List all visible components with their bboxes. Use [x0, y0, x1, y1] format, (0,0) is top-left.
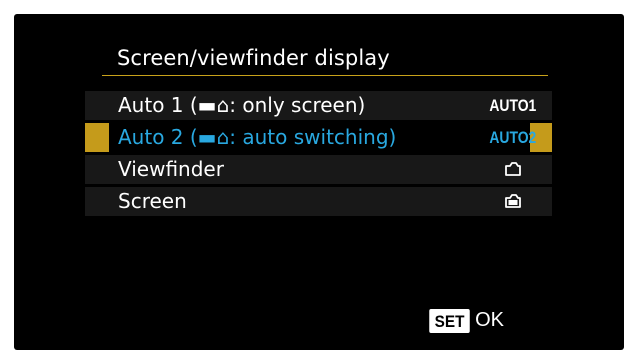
option-auto1-text: Auto 1 (▬⌂: only screen) — [118, 93, 366, 117]
option-label: Screen — [118, 189, 187, 213]
option-viewfinder[interactable]: Viewfinder — [85, 155, 552, 184]
selection-marker — [85, 123, 109, 152]
option-label: Auto 2 (▬⌂: auto switching) — [118, 125, 396, 149]
viewfinder-icon — [505, 162, 521, 176]
screen-icon — [505, 194, 521, 208]
option-value: AUTO1 — [489, 96, 536, 115]
title-divider — [102, 75, 548, 76]
menu-title: Screen/viewfinder display — [117, 46, 390, 70]
option-auto1[interactable]: Auto 1 (▬⌂: only screen) AUTO1 — [85, 91, 552, 120]
selection-marker — [85, 91, 109, 120]
option-auto2-text: Auto 2 (▬⌂: auto switching) — [118, 125, 397, 149]
set-ok-button[interactable]: SET OK — [427, 307, 504, 334]
set-badge: SET — [429, 308, 470, 333]
option-auto2[interactable]: Auto 2 (▬⌂: auto switching) AUTO2 — [85, 123, 552, 152]
ok-label: OK — [475, 309, 504, 331]
option-label: Viewfinder — [118, 157, 224, 181]
option-list: Auto 1 (▬⌂: only screen) AUTO1 Auto 2 (▬… — [85, 91, 552, 219]
option-value: AUTO2 — [489, 128, 536, 147]
option-screen[interactable]: Screen — [85, 187, 552, 216]
option-label: Auto 1 (▬⌂: only screen) — [118, 93, 365, 117]
